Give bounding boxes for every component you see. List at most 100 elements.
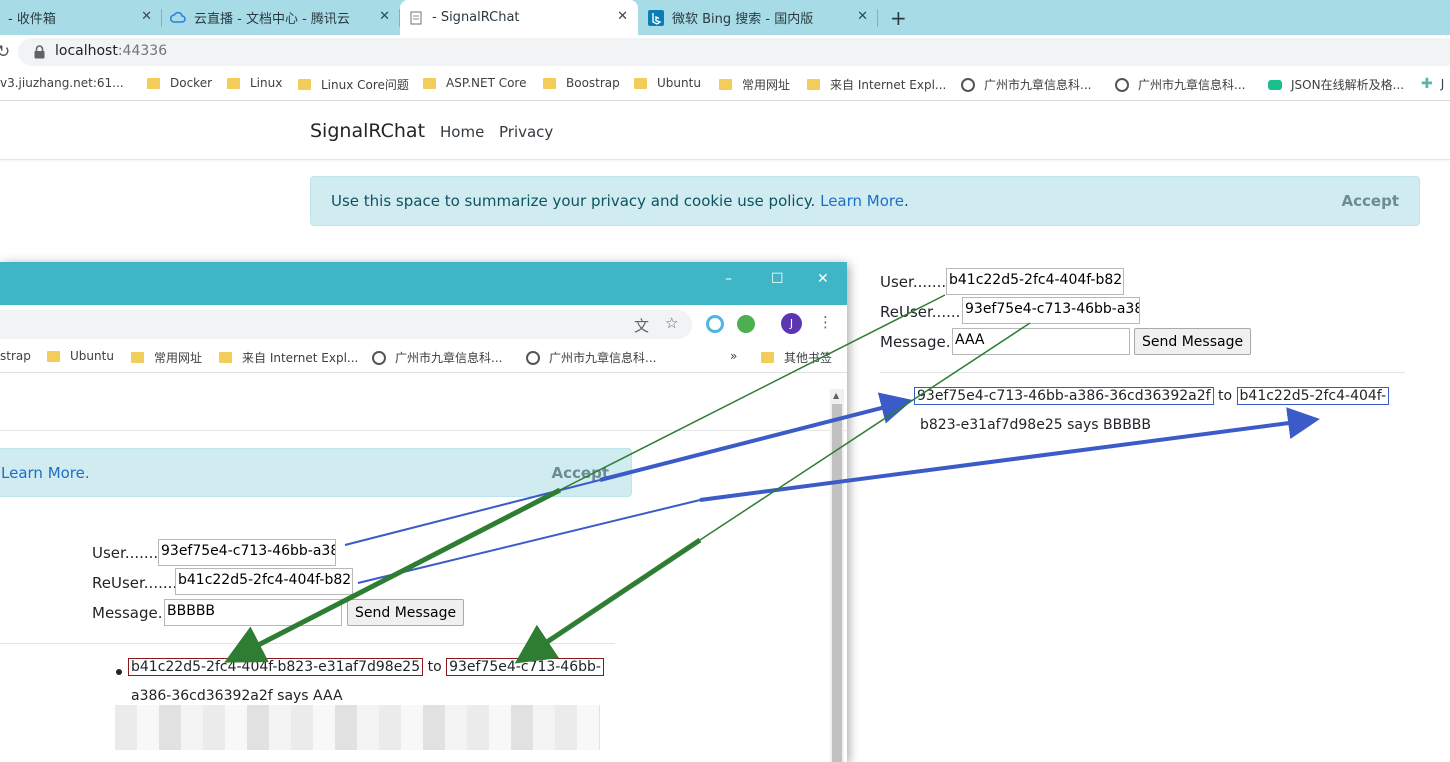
bookmarks-bar: strap Ubuntu 常用网址 来自 Internet Expl... 广州… — [0, 343, 847, 373]
bookmark-item[interactable]: Docker — [147, 76, 212, 90]
tab-inbox[interactable]: - 收件箱 ✕ — [0, 0, 162, 35]
cloud-icon — [170, 11, 186, 23]
learn-more-link[interactable]: Learn More. — [1, 464, 90, 482]
reload-icon[interactable]: ↻ — [0, 42, 10, 62]
bookmark-item[interactable]: JSON在线解析及格... — [1268, 76, 1404, 93]
bookmark-item[interactable]: Linux — [227, 76, 282, 90]
reuser-input[interactable]: b41c22d5-2fc4-404f-b82 — [175, 568, 353, 595]
globe-icon — [372, 350, 386, 365]
tab-title: - 收件箱 — [8, 12, 56, 27]
bookmark-item[interactable]: v3.jiuzhang.net:61... — [0, 76, 124, 90]
extension-drop-icon[interactable] — [737, 315, 755, 333]
globe-icon — [526, 350, 540, 365]
sender-id: 93ef75e4-c713-46bb-a386-36cd36392a2f — [914, 387, 1214, 405]
bookmark-item[interactable]: ASP.NET Core — [423, 76, 526, 90]
extension-icon[interactable] — [706, 315, 724, 333]
close-icon[interactable]: ✕ — [379, 9, 390, 24]
folder-icon — [227, 77, 240, 89]
list-item: b41c22d5-2fc4-404f-b823-e31af7d98e25 to … — [128, 658, 604, 676]
close-icon[interactable]: ✕ — [617, 9, 628, 24]
bookmark-item[interactable]: 广州市九章信息科... — [961, 76, 1091, 93]
tab-title: 云直播 - 文档中心 - 腾讯云 — [194, 12, 350, 27]
bookmark-item[interactable]: 来自 Internet Expl... — [807, 76, 946, 93]
menu-icon[interactable]: ⋮ — [818, 313, 833, 331]
accept-button[interactable]: Accept — [552, 464, 609, 482]
folder-icon — [423, 77, 436, 89]
folder-icon — [131, 352, 144, 363]
address-bar[interactable]: localhost:44336 — [18, 38, 1450, 66]
bookmark-item[interactable]: Linux Core问题 — [298, 76, 409, 93]
second-browser-window: – ☐ ✕ 文 ☆ J ⋮ strap Ubuntu 常用网址 来自 Inter… — [0, 262, 847, 762]
site-navbar: SignalRChat Home Privacy — [0, 102, 1450, 160]
learn-more-link[interactable]: Learn More — [820, 192, 904, 210]
brand-link[interactable]: SignalRChat — [310, 120, 425, 142]
message-input[interactable]: AAA — [952, 328, 1130, 355]
minimize-icon[interactable]: – — [725, 271, 732, 287]
pixelated-redaction — [115, 705, 600, 750]
reuser-input[interactable]: 93ef75e4-c713-46bb-a38 — [962, 297, 1140, 324]
url-text: localhost:44336 — [55, 43, 168, 59]
bookmark-item[interactable]: 广州市九章信息科... — [526, 349, 656, 366]
bookmark-item[interactable]: 来自 Internet Expl... — [219, 349, 358, 366]
folder-icon — [807, 79, 820, 90]
bookmark-item[interactable]: 常用网址 — [131, 349, 202, 366]
translate-icon[interactable]: 文 — [634, 315, 649, 336]
send-message-button[interactable]: Send Message — [1134, 328, 1252, 355]
cookie-message: Use this space to summarize your privacy… — [331, 192, 909, 210]
avatar[interactable]: J — [781, 313, 802, 334]
accept-button[interactable]: Accept — [1342, 192, 1399, 210]
maximize-icon[interactable]: ☐ — [771, 271, 784, 287]
send-message-button[interactable]: Send Message — [347, 599, 465, 626]
bookmark-item[interactable]: Boostrap — [543, 76, 620, 90]
json-icon — [1268, 79, 1282, 90]
user-input[interactable]: 93ef75e4-c713-46bb-a38 — [158, 539, 336, 566]
scroll-up-icon[interactable]: ▲ — [833, 391, 839, 400]
bookmark-item[interactable]: 常用网址 — [719, 76, 790, 93]
folder-icon — [543, 77, 556, 89]
bookmark-item[interactable]: 其他书签 — [761, 349, 832, 366]
new-tab-icon[interactable]: + — [890, 6, 907, 30]
list-item: 93ef75e4-c713-46bb-a386-36cd36392a2f to … — [914, 387, 1390, 405]
more-bookmarks-icon[interactable]: » — [730, 349, 737, 363]
site-navbar — [0, 373, 847, 431]
close-icon[interactable]: ✕ — [141, 9, 152, 24]
folder-icon — [719, 79, 732, 90]
bing-icon — [648, 9, 664, 26]
folder-icon — [147, 77, 160, 89]
receiver-id: b41c22d5-2fc4-404f- — [1236, 387, 1390, 405]
tab-signalrchat[interactable]: - SignalRChat ✕ — [400, 0, 638, 35]
folder-icon — [298, 79, 311, 90]
window-titlebar: – ☐ ✕ — [0, 262, 847, 305]
folder-icon — [219, 352, 232, 363]
star-icon[interactable]: ☆ — [665, 314, 678, 332]
page-icon — [410, 10, 422, 25]
folder-icon — [761, 352, 774, 363]
scrollbar[interactable]: ▲ — [830, 389, 844, 762]
bookmark-item[interactable]: ✚ J — [1421, 76, 1444, 92]
cookie-consent-alert: Learn More. Accept — [0, 448, 632, 497]
message-input[interactable]: BBBBB — [164, 599, 342, 626]
tab-tencent-cloud[interactable]: 云直播 - 文档中心 - 腾讯云 ✕ — [162, 0, 400, 35]
list-item-continued: b823-e31af7d98e25 says BBBBB — [920, 417, 1152, 433]
globe-icon — [961, 77, 975, 92]
tab-bing[interactable]: 微软 Bing 搜索 - 国内版 ✕ — [640, 0, 878, 35]
nav-privacy[interactable]: Privacy — [499, 123, 553, 141]
bookmarks-bar: v3.jiuzhang.net:61... Docker Linux Linux… — [0, 68, 1450, 101]
scrollbar-thumb[interactable] — [832, 404, 842, 762]
cookie-consent-alert: Use this space to summarize your privacy… — [310, 176, 1420, 226]
receiver-id: 93ef75e4-c713-46bb- — [446, 658, 604, 676]
bookmark-item[interactable]: strap — [0, 349, 31, 363]
bookmark-item[interactable]: 广州市九章信息科... — [372, 349, 502, 366]
bookmark-item[interactable]: 广州市九章信息科... — [1115, 76, 1245, 93]
message-label: Message... — [92, 604, 173, 622]
bookmark-item[interactable]: Ubuntu — [47, 349, 114, 363]
close-window-icon[interactable]: ✕ — [817, 271, 829, 287]
tab-title: 微软 Bing 搜索 - 国内版 — [672, 12, 814, 27]
nav-home[interactable]: Home — [440, 123, 484, 141]
puzzle-icon: ✚ — [1421, 76, 1433, 92]
lock-icon — [34, 45, 45, 59]
bookmark-item[interactable]: Ubuntu — [634, 76, 701, 90]
user-input[interactable]: b41c22d5-2fc4-404f-b82 — [946, 268, 1124, 295]
address-bar[interactable]: 文 ☆ — [0, 310, 692, 339]
close-icon[interactable]: ✕ — [857, 9, 868, 24]
